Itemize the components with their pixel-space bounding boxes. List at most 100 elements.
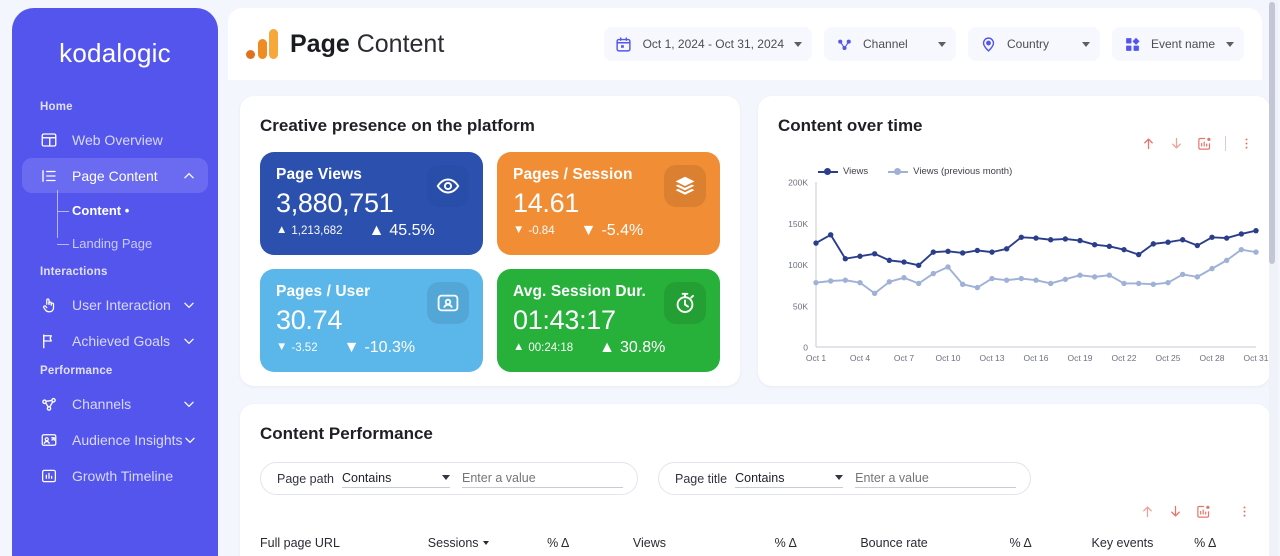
svg-text:100K: 100K	[788, 260, 808, 270]
column-header-key-events-delta[interactable]: % Δ	[1194, 536, 1250, 550]
kpi-card-avg-session-duration[interactable]: Avg. Session Dur. 01:43:17 ▲ 00:24:18 ▲ …	[497, 269, 720, 372]
dashboard-root: kodalogic Home Web Overview Page Content	[0, 0, 1280, 556]
kpi-card-page-views[interactable]: Page Views 3,880,751 ▲ 1,213,682 ▲ 45.5%	[260, 152, 483, 255]
top-bar: Page Content Oct 1, 2024 - Oct 31, 2024	[228, 8, 1262, 80]
chevron-down-icon[interactable]	[182, 397, 196, 411]
chevron-down-icon	[835, 475, 844, 480]
chevron-down-icon[interactable]	[1226, 41, 1234, 47]
kpi-delta-percent: ▼ -5.4%	[580, 222, 644, 240]
content-performance-title: Content Performance	[260, 424, 433, 443]
chevron-down-icon[interactable]	[182, 334, 196, 348]
sidebar-item-achieved-goals[interactable]: Achieved Goals	[22, 323, 208, 358]
sort-ascending-icon[interactable]	[1140, 504, 1155, 524]
sidebar-item-web-overview[interactable]: Web Overview	[22, 122, 208, 157]
export-table-icon[interactable]	[1196, 504, 1211, 524]
sidebar-item-channels[interactable]: Channels	[22, 386, 208, 421]
sidebar-subitem-content[interactable]: Content •	[57, 194, 218, 227]
page-path-operator-select[interactable]: Contains	[342, 470, 450, 488]
page-path-filter[interactable]: Page path Contains	[260, 462, 638, 495]
svg-text:Oct 13: Oct 13	[979, 353, 1004, 363]
arrow-up-icon: ▲	[513, 341, 525, 354]
page-scrollbar-thumb[interactable]	[1269, 2, 1275, 264]
more-options-icon[interactable]	[1237, 504, 1252, 524]
chevron-down-icon[interactable]	[1082, 41, 1090, 47]
content-performance-table: Full page URL Sessions % Δ Views % Δ Bou…	[240, 529, 1270, 556]
export-chart-icon[interactable]	[1197, 136, 1212, 151]
kpi-delta-absolute: ▲ 1,213,682	[276, 224, 343, 238]
svg-text:Oct 16: Oct 16	[1023, 353, 1048, 363]
creative-presence-panel: Creative presence on the platform Page V…	[240, 96, 740, 386]
kpi-card-pages-per-user[interactable]: Pages / User 30.74 ▼ -3.52 ▼ -10.3%	[260, 269, 483, 372]
share-nodes-icon	[834, 34, 854, 54]
svg-text:Oct 22: Oct 22	[1111, 353, 1136, 363]
column-header-key-events[interactable]: Key events	[1092, 536, 1195, 550]
date-range-value: Oct 1, 2024 - Oct 31, 2024	[642, 37, 784, 51]
column-header-full-page-url[interactable]: Full page URL	[260, 536, 428, 550]
column-header-views[interactable]: Views	[633, 536, 775, 550]
chevron-down-icon[interactable]	[183, 433, 197, 447]
sidebar-item-audience-insights[interactable]: Audience Insights	[22, 422, 208, 457]
chevron-up-icon[interactable]	[182, 169, 196, 183]
sidebar-item-user-interaction[interactable]: User Interaction	[22, 287, 208, 322]
svg-text:150K: 150K	[788, 219, 808, 229]
country-filter[interactable]: Country	[968, 27, 1100, 61]
page-title: Page Content	[290, 30, 444, 59]
event-name-filter[interactable]: Event name	[1112, 27, 1244, 61]
page-title-input[interactable]	[855, 469, 1017, 488]
page-content-icon	[38, 165, 60, 187]
line-chart[interactable]: 0 50K 100K 150K 200K Oct 1 Oct 4 Oct 7 Oct 10 Oct…	[758, 174, 1270, 379]
page-title-operator-value: Contains	[735, 470, 785, 485]
sort-ascending-icon[interactable]	[1141, 136, 1156, 151]
kpi-grid: Page Views 3,880,751 ▲ 1,213,682 ▲ 45.5%	[240, 136, 740, 372]
kpi-delta-percent: ▲ 45.5%	[368, 222, 435, 240]
sort-descending-icon[interactable]	[1168, 504, 1183, 524]
sort-caret-icon	[482, 541, 489, 545]
arrow-down-icon: ▼	[513, 224, 525, 237]
arrow-up-icon: ▲	[276, 224, 288, 237]
chevron-down-icon[interactable]	[794, 41, 802, 47]
kpi-delta-percent: ▼ -10.3%	[343, 339, 416, 357]
page-title-operator-select[interactable]: Contains	[735, 470, 844, 488]
content-over-time-panel: Content over time Views Views (previous …	[758, 96, 1270, 386]
analytics-logo-icon	[246, 29, 278, 59]
kpi-delta-absolute: ▼ -0.84	[513, 224, 555, 238]
sidebar-group-interactions: Interactions	[40, 266, 108, 278]
column-header-sessions-delta[interactable]: % Δ	[547, 536, 633, 550]
sidebar-item-label: Web Overview	[72, 131, 163, 148]
toolbar-divider	[1225, 136, 1226, 151]
bar-chart-icon	[38, 465, 60, 487]
page-title-filter[interactable]: Page title Contains	[658, 462, 1032, 495]
column-header-bounce-rate[interactable]: Bounce rate	[860, 536, 1009, 550]
sidebar-subitems: Content • Landing Page	[12, 190, 218, 260]
kpi-card-pages-per-session[interactable]: Pages / Session 14.61 ▼ -0.84 ▼ -5.4%	[497, 152, 720, 255]
sidebar-subitem-landing-page[interactable]: Landing Page	[57, 227, 218, 260]
eye-icon	[427, 165, 469, 207]
sidebar-item-growth-timeline[interactable]: Growth Timeline	[22, 458, 208, 493]
sidebar-item-label: User Interaction	[72, 296, 171, 313]
sidebar-item-page-content[interactable]: Page Content	[22, 158, 208, 193]
page-scrollbar-track[interactable]	[1269, 0, 1278, 556]
filter-bar: Oct 1, 2024 - Oct 31, 2024 Channel Count…	[603, 27, 1244, 61]
hand-pointer-icon	[38, 294, 60, 316]
more-options-icon[interactable]	[1239, 136, 1254, 151]
legend-swatch	[818, 168, 838, 175]
svg-text:0: 0	[803, 343, 808, 353]
svg-text:Oct 28: Oct 28	[1199, 353, 1224, 363]
column-header-bounce-rate-delta[interactable]: % Δ	[1010, 536, 1092, 550]
user-card-icon	[427, 282, 469, 324]
column-header-sessions[interactable]: Sessions	[428, 536, 547, 550]
chevron-down-icon[interactable]	[182, 298, 196, 312]
page-title-bold: Page	[290, 29, 350, 58]
column-header-views-delta[interactable]: % Δ	[775, 536, 861, 550]
chevron-down-icon[interactable]	[938, 41, 946, 47]
channel-filter[interactable]: Channel	[824, 27, 956, 61]
arrow-up-icon: ▲	[368, 222, 385, 240]
sort-descending-icon[interactable]	[1169, 136, 1184, 151]
grid-blocks-icon	[1122, 34, 1142, 54]
svg-text:200K: 200K	[788, 178, 808, 188]
page-title-label: Page title	[675, 471, 728, 486]
date-range-filter[interactable]: Oct 1, 2024 - Oct 31, 2024	[603, 27, 812, 61]
kpi-delta-percent: ▲ 30.8%	[599, 339, 666, 357]
page-path-input[interactable]	[462, 469, 623, 488]
chart-toolbar	[1141, 136, 1254, 151]
